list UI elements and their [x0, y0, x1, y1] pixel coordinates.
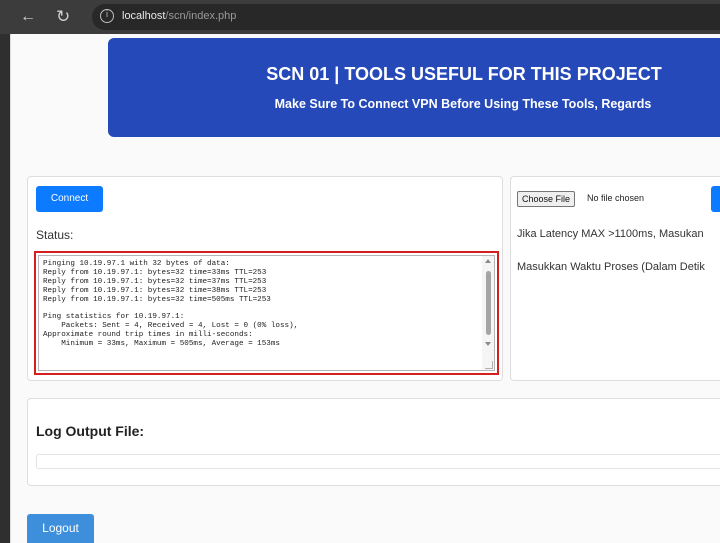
- ping-output-line: Pinging 10.19.97.1 with 32 bytes of data…: [43, 260, 230, 268]
- ping-output-line: Ping statistics for 10.19.97.1:: [43, 313, 185, 322]
- address-bar[interactable]: i localhost/scn/index.php: [92, 4, 720, 30]
- window-edge: [0, 34, 10, 543]
- ping-output-line: Reply from 10.19.97.1: bytes=32 time=33m…: [43, 268, 267, 277]
- status-output-textarea[interactable]: Pinging 10.19.97.1 with 32 bytes of data…: [38, 255, 495, 371]
- file-status-text: No file chosen: [587, 193, 645, 203]
- ping-output-line: Reply from 10.19.97.1: bytes=32 time=37m…: [43, 277, 267, 286]
- ping-output-line: Reply from 10.19.97.1: bytes=32 time=505…: [43, 295, 271, 304]
- status-output-highlight: Pinging 10.19.97.1 with 32 bytes of data…: [34, 251, 499, 375]
- page-title: SCN 01 | TOOLS USEFUL FOR THIS PROJECT: [266, 64, 662, 84]
- ping-output-line: Reply from 10.19.97.1: bytes=32 time=38m…: [43, 286, 267, 295]
- url-text: localhost/scn/index.php: [122, 10, 236, 22]
- scroll-up-icon[interactable]: [485, 259, 491, 263]
- scroll-down-icon[interactable]: [485, 342, 491, 346]
- reload-icon[interactable]: ↻: [56, 8, 70, 26]
- header-banner: SCN 01 | TOOLS USEFUL FOR THIS PROJECT M…: [108, 38, 720, 137]
- browser-toolbar: ← ↻ i localhost/scn/index.php: [0, 0, 720, 34]
- connect-button[interactable]: Connect: [36, 186, 103, 212]
- log-output-field[interactable]: [36, 454, 720, 469]
- status-label: Status:: [36, 228, 74, 242]
- scroll-thumb[interactable]: [486, 271, 491, 335]
- page-subtitle: Make Sure To Connect VPN Before Using Th…: [274, 97, 652, 111]
- latency-instruction: Jika Latency MAX >1100ms, Masukan: [517, 228, 704, 240]
- settings-panel: Choose File No file chosen Jika Latency …: [510, 176, 720, 381]
- url-path: /scn/index.php: [165, 10, 237, 22]
- ping-output-text: Pinging 10.19.97.1 with 32 bytes of data…: [43, 260, 298, 349]
- ping-output-line: Minimum = 33ms, Maximum = 505ms, Average…: [43, 340, 280, 349]
- choose-file-button[interactable]: Choose File: [517, 191, 576, 207]
- url-host: localhost: [122, 10, 166, 22]
- info-icon[interactable]: i: [100, 9, 114, 23]
- log-output-panel: Log Output File:: [27, 398, 720, 486]
- process-time-instruction: Masukkan Waktu Proses (Dalam Detik: [517, 261, 705, 273]
- log-output-title: Log Output File:: [36, 423, 145, 439]
- output-scrollbar[interactable]: [482, 256, 494, 370]
- ping-output-line: [43, 305, 298, 314]
- ping-output-line: Packets: Sent = 4, Received = 4, Lost = …: [43, 322, 299, 331]
- resize-grip-icon[interactable]: [485, 361, 493, 369]
- connection-panel: Connect Status: Pinging 10.19.97.1 with …: [27, 176, 503, 381]
- arrow-left-icon[interactable]: ←: [20, 8, 36, 26]
- ping-output-line: Approximate round trip times in milli-se…: [43, 331, 253, 340]
- logout-button[interactable]: Logout: [27, 514, 94, 543]
- submit-button[interactable]: [711, 186, 720, 212]
